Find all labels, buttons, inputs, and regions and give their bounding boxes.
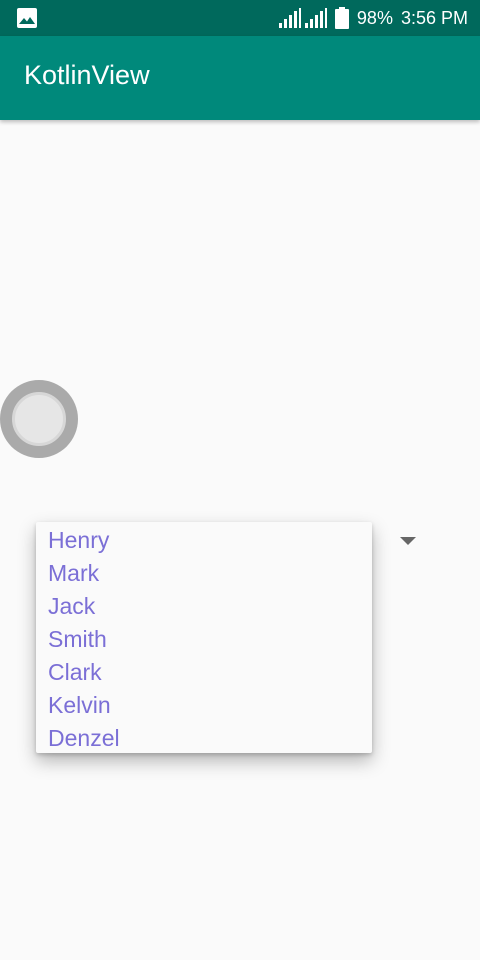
dropdown-option-jack[interactable]: Jack (48, 590, 95, 623)
app-bar: KotlinView (0, 36, 480, 120)
signal-icon (278, 8, 327, 28)
battery-icon (334, 7, 349, 29)
image-icon (16, 7, 38, 29)
dropdown-option-kelvin[interactable]: Kelvin (48, 689, 111, 722)
status-bar: 98% 3:56 PM (0, 0, 480, 36)
dropdown-option-clark[interactable]: Clark (48, 656, 102, 689)
clock: 3:56 PM (400, 7, 468, 28)
app-title: KotlinView (24, 60, 150, 90)
switch-thumb[interactable] (12, 392, 66, 446)
status-icons: 98% 3:56 PM (278, 0, 468, 36)
dropdown-option-mark[interactable]: Mark (48, 557, 99, 590)
dropdown-option-henry[interactable]: Henry (48, 524, 109, 557)
spinner-dropdown-list: Henry Mark Jack Smith Clark Kelvin Denze… (36, 522, 372, 753)
dropdown-option-smith[interactable]: Smith (48, 623, 107, 656)
dropdown-arrow-icon[interactable] (400, 537, 416, 545)
switch-toggle[interactable] (0, 380, 78, 458)
dropdown-option-denzel[interactable]: Denzel (48, 722, 120, 755)
battery-percentage: 98% (356, 7, 393, 28)
